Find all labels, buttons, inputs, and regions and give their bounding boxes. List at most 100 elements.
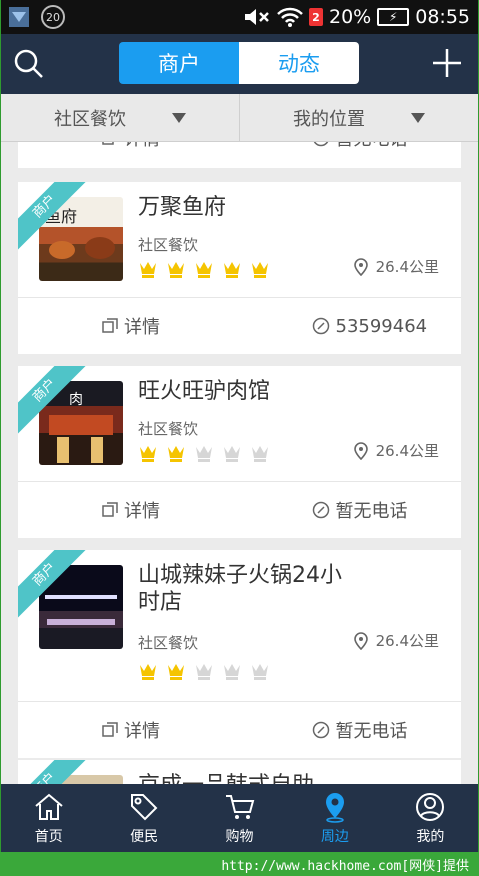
- category-filter[interactable]: 社区餐饮: [1, 94, 239, 141]
- distance-label: 26.4公里: [375, 632, 439, 650]
- tab-convenience-label: 便民: [130, 828, 159, 845]
- phone-label: 暂无电话: [336, 142, 408, 151]
- phone-label: 53599464: [335, 315, 428, 337]
- detail-button[interactable]: 详情: [18, 717, 252, 743]
- store-category: 社区餐饮: [138, 236, 199, 254]
- store-photo: [39, 565, 123, 649]
- distance-row: 26.4公里: [353, 630, 439, 651]
- tab-shopping[interactable]: 购物: [192, 784, 287, 852]
- store-name: 山城辣妹子火锅24小时店: [138, 563, 342, 615]
- status-bar: 20 2 20% ⚡ 08:55: [1, 0, 478, 34]
- star-filled-icon: [166, 662, 186, 682]
- location-pin-icon: [353, 257, 368, 276]
- star-empty-icon: [222, 444, 242, 464]
- detail-label: 详情: [124, 142, 160, 151]
- home-icon: [35, 793, 63, 820]
- store-photo: 肉: [39, 381, 123, 465]
- tab-home-label: 首页: [34, 828, 63, 845]
- detail-icon: [102, 318, 118, 333]
- notification-count-badge: 20: [41, 5, 65, 29]
- tab-nearby-label: 周边: [320, 828, 349, 845]
- dropdown-arrow-icon: [411, 112, 425, 123]
- store-name: 京成一品韩式自助: [138, 772, 358, 784]
- bottom-tab-bar: 首页 便民 购物 周边 我的: [1, 784, 478, 852]
- detail-label: 详情: [124, 317, 160, 338]
- app-screen: 20 2 20% ⚡ 08:55 商户 动态 社区餐饮 我的位置 鱼府 商户 万…: [0, 0, 479, 852]
- tab-merchants[interactable]: 商户: [119, 42, 239, 84]
- star-empty-icon: [222, 662, 242, 682]
- watermark-text: http://www.hackhome.com[网侠]提供: [221, 858, 469, 874]
- store-category: 社区餐饮: [138, 420, 199, 438]
- star-empty-icon: [194, 444, 214, 464]
- location-pin-icon: [353, 441, 368, 460]
- segment-control: 商户 动态: [119, 42, 359, 84]
- tab-mine[interactable]: 我的: [383, 784, 478, 852]
- top-nav-bar: 商户 动态: [1, 34, 478, 94]
- rating-stars: [138, 260, 270, 280]
- star-filled-icon: [138, 662, 158, 682]
- phone-icon: [312, 721, 329, 739]
- detail-icon: [102, 502, 118, 517]
- tab-convenience[interactable]: 便民: [96, 784, 191, 852]
- list-item[interactable]: 鱼府 商户 万聚鱼府 社区餐饮 26.4公里 详情 53599464: [18, 182, 461, 354]
- store-name: 万聚鱼府: [138, 195, 227, 220]
- star-empty-icon: [194, 662, 214, 682]
- phone-label: 暂无电话: [335, 501, 408, 522]
- battery-charging-icon: ⚡: [377, 8, 410, 26]
- cart-icon: [225, 794, 254, 819]
- location-filter[interactable]: 我的位置: [239, 94, 478, 141]
- notification-icon: [9, 7, 29, 27]
- wifi-icon: [277, 7, 303, 27]
- add-button[interactable]: [428, 44, 466, 82]
- star-filled-icon: [138, 444, 158, 464]
- mute-icon: [245, 9, 269, 25]
- store-name: 旺火旺驴肉馆: [138, 379, 271, 404]
- dropdown-arrow-icon: [172, 112, 186, 123]
- filter-bar: 社区餐饮 我的位置: [1, 94, 478, 142]
- detail-label: 详情: [124, 501, 160, 522]
- store-list: 详情 暂无电话 鱼府 商户 万聚鱼府 社区餐饮: [18, 142, 461, 784]
- search-button[interactable]: [11, 46, 47, 82]
- detail-button[interactable]: 详情: [18, 142, 252, 151]
- list-item[interactable]: 商户 山城辣妹子火锅24小时店 社区餐饮 26.4公里 详情 暂无电话: [18, 550, 461, 758]
- phone-button[interactable]: 暂无电话: [252, 497, 462, 523]
- store-photo: 鱼府: [39, 197, 123, 281]
- location-pin-icon: [325, 792, 344, 823]
- phone-label: 暂无电话: [335, 721, 408, 742]
- star-empty-icon: [250, 662, 270, 682]
- phone-icon: [312, 501, 329, 519]
- tab-home[interactable]: 首页: [1, 784, 96, 852]
- category-filter-label: 社区餐饮: [54, 108, 126, 130]
- phone-icon: [313, 142, 328, 147]
- plus-icon: [433, 49, 461, 77]
- sim-icon: 2: [309, 8, 323, 26]
- rating-stars: [138, 662, 270, 682]
- detail-button[interactable]: 详情: [18, 313, 252, 339]
- list-item[interactable]: 肉 商户 旺火旺驴肉馆 社区餐饮 26.4公里 详情 暂无电话: [18, 366, 461, 538]
- detail-icon: [102, 722, 118, 737]
- tab-updates[interactable]: 动态: [239, 42, 359, 84]
- phone-button[interactable]: 53599464: [252, 316, 462, 337]
- tab-nearby[interactable]: 周边: [287, 784, 382, 852]
- store-photo: [39, 775, 123, 784]
- tab-mine-label: 我的: [416, 828, 445, 845]
- star-empty-icon: [250, 444, 270, 464]
- phone-button[interactable]: 暂无电话: [252, 717, 462, 743]
- store-category: 社区餐饮: [138, 634, 199, 652]
- clock: 08:55: [415, 6, 470, 28]
- search-icon: [14, 49, 43, 78]
- star-filled-icon: [250, 260, 270, 280]
- detail-button[interactable]: 详情: [18, 497, 252, 523]
- star-filled-icon: [166, 444, 186, 464]
- phone-icon: [312, 317, 329, 335]
- battery-percent: 20%: [329, 6, 372, 28]
- distance-label: 26.4公里: [375, 442, 439, 460]
- list-item[interactable]: 商户 京成一品韩式自助: [18, 760, 461, 784]
- phone-button[interactable]: 暂无电话: [252, 142, 462, 151]
- distance-row: 26.4公里: [353, 256, 439, 277]
- detail-label: 详情: [124, 721, 160, 742]
- user-icon: [416, 792, 445, 821]
- detail-icon: [102, 142, 114, 145]
- tab-shopping-label: 购物: [225, 828, 254, 845]
- star-filled-icon: [194, 260, 214, 280]
